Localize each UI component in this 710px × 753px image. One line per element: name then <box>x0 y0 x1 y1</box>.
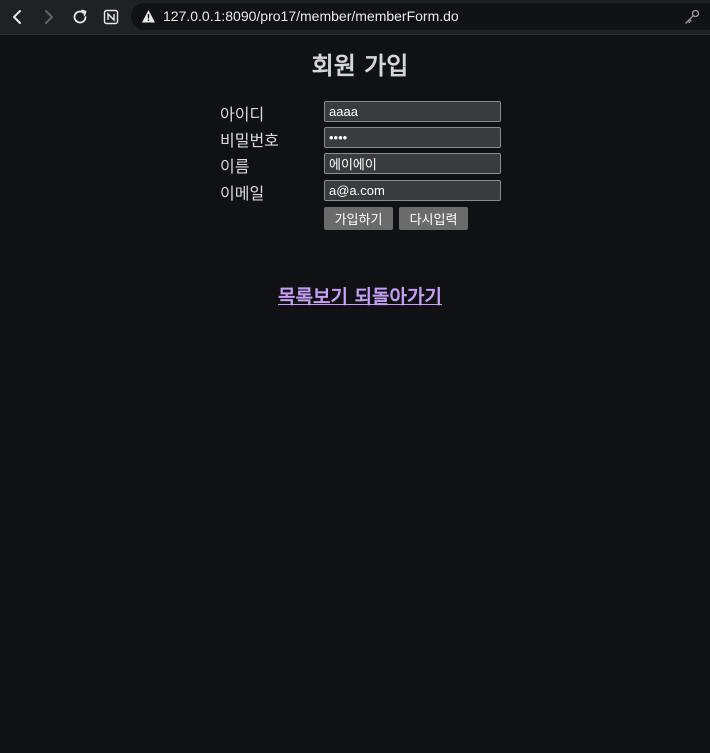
password-input[interactable] <box>324 127 501 148</box>
reload-icon[interactable] <box>69 6 91 28</box>
id-input[interactable] <box>324 101 501 122</box>
notion-icon[interactable] <box>100 6 122 28</box>
page-content: 회원 가입 아이디 비밀번호 이름 이메일 가입하기 다시입력 목록보기 되돌아… <box>0 35 710 753</box>
key-icon[interactable] <box>684 9 700 25</box>
reset-button[interactable]: 다시입력 <box>399 207 468 230</box>
page-title: 회원 가입 <box>311 52 409 80</box>
back-link-container: 목록보기 되돌아가기 <box>0 282 710 309</box>
email-label: 이메일 <box>220 184 265 203</box>
browser-toolbar: 127.0.0.1:8090/pro17/member/memberForm.d… <box>0 0 710 35</box>
forward-arrow-icon[interactable] <box>38 6 60 28</box>
name-label: 이름 <box>220 157 250 176</box>
name-input[interactable] <box>324 153 501 174</box>
address-bar[interactable]: 127.0.0.1:8090/pro17/member/memberForm.d… <box>131 3 710 30</box>
submit-button[interactable]: 가입하기 <box>324 207 393 230</box>
back-to-list-link[interactable]: 목록보기 되돌아가기 <box>278 286 442 308</box>
password-label: 비밀번호 <box>220 131 279 150</box>
email-input[interactable] <box>324 180 501 201</box>
warning-triangle-icon[interactable] <box>141 9 156 24</box>
id-label: 아이디 <box>220 105 265 124</box>
url-text[interactable]: 127.0.0.1:8090/pro17/member/memberForm.d… <box>163 8 459 24</box>
back-arrow-icon[interactable] <box>6 6 28 28</box>
